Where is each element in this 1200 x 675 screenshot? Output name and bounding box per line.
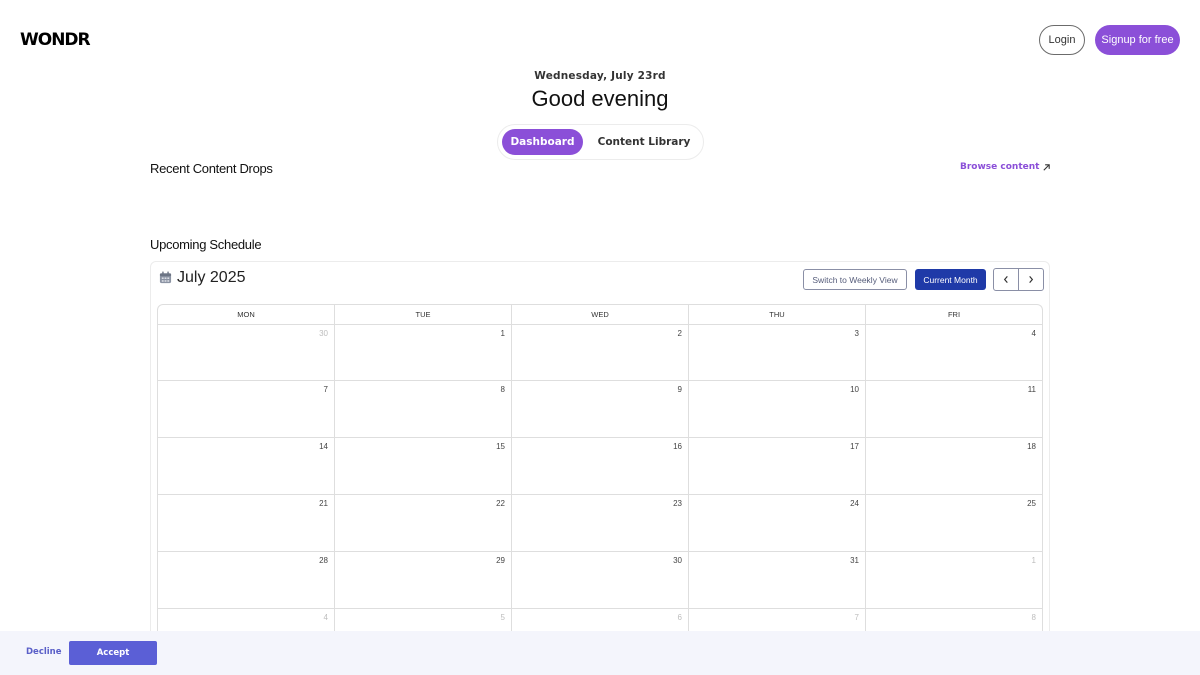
tab-dashboard[interactable]: Dashboard bbox=[502, 129, 583, 155]
calendar-day-cell[interactable]: 1 bbox=[865, 552, 1042, 608]
current-month-button[interactable]: Current Month bbox=[915, 269, 986, 290]
day-number: 25 bbox=[1027, 499, 1036, 508]
calendar-day-cell[interactable]: 30 bbox=[511, 552, 688, 608]
current-date: Wednesday, July 23rd bbox=[534, 70, 666, 82]
day-number: 17 bbox=[850, 442, 859, 451]
day-number: 15 bbox=[496, 442, 505, 451]
arrow-up-right-icon bbox=[1043, 163, 1051, 171]
day-number: 4 bbox=[1031, 329, 1036, 338]
day-number: 29 bbox=[496, 556, 505, 565]
calendar-day-cell[interactable]: 23 bbox=[511, 495, 688, 551]
calendar-grid: MON TUE WED THU FRI 30 1 2 3 4 7 8 9 10 11 14 15 16 17 18 2… bbox=[157, 304, 1043, 640]
view-tabs: Dashboard Content Library bbox=[497, 124, 704, 160]
day-number: 22 bbox=[496, 499, 505, 508]
weekday-label: WED bbox=[511, 305, 688, 324]
day-number: 1 bbox=[1031, 556, 1036, 565]
calendar-day-cell[interactable]: 1 bbox=[334, 325, 511, 380]
calendar-week-row: 30 1 2 3 4 bbox=[158, 325, 1042, 381]
calendar-day-cell[interactable]: 15 bbox=[334, 438, 511, 494]
login-button[interactable]: Login bbox=[1039, 25, 1085, 55]
calendar-day-cell[interactable]: 3 bbox=[688, 325, 865, 380]
calendar-day-cell[interactable]: 31 bbox=[688, 552, 865, 608]
browse-content-link[interactable]: Browse content bbox=[960, 162, 1051, 172]
day-number: 7 bbox=[323, 385, 328, 394]
day-number: 16 bbox=[673, 442, 682, 451]
upcoming-schedule-title: Upcoming Schedule bbox=[150, 237, 262, 252]
day-number: 6 bbox=[677, 613, 682, 622]
wondr-logo[interactable]: WONDR bbox=[20, 30, 91, 50]
calendar-day-cell[interactable]: 21 bbox=[158, 495, 334, 551]
day-number: 18 bbox=[1027, 442, 1036, 451]
previous-month-button[interactable] bbox=[994, 269, 1018, 290]
day-number: 11 bbox=[1027, 385, 1036, 394]
decline-button[interactable]: Decline bbox=[26, 647, 62, 657]
calendar-day-cell[interactable]: 25 bbox=[865, 495, 1042, 551]
day-number: 14 bbox=[319, 442, 328, 451]
greeting-heading: Good evening bbox=[531, 86, 669, 111]
day-number: 24 bbox=[850, 499, 859, 508]
calendar-day-cell[interactable]: 10 bbox=[688, 381, 865, 437]
day-number: 31 bbox=[850, 556, 859, 565]
day-number: 1 bbox=[500, 329, 505, 338]
day-number: 9 bbox=[677, 385, 682, 394]
calendar-week-row: 7 8 9 10 11 bbox=[158, 381, 1042, 438]
calendar-day-cell[interactable]: 7 bbox=[158, 381, 334, 437]
day-number: 23 bbox=[673, 499, 682, 508]
calendar-day-cell[interactable]: 30 bbox=[158, 325, 334, 380]
chevron-left-icon bbox=[1004, 275, 1009, 284]
day-number: 2 bbox=[677, 329, 682, 338]
day-number: 28 bbox=[319, 556, 328, 565]
chevron-right-icon bbox=[1029, 275, 1034, 284]
calendar-day-cell[interactable]: 22 bbox=[334, 495, 511, 551]
calendar-day-cell[interactable]: 8 bbox=[334, 381, 511, 437]
calendar-month-label: July 2025 bbox=[177, 269, 246, 286]
calendar-day-cell[interactable]: 29 bbox=[334, 552, 511, 608]
calendar-week-row: 14 15 16 17 18 bbox=[158, 438, 1042, 495]
calendar-day-cell[interactable]: 11 bbox=[865, 381, 1042, 437]
switch-weekly-view-button[interactable]: Switch to Weekly View bbox=[803, 269, 907, 290]
calendar-day-cell[interactable]: 9 bbox=[511, 381, 688, 437]
weekday-label: THU bbox=[688, 305, 865, 324]
accept-button[interactable]: Accept bbox=[69, 641, 157, 665]
day-number: 3 bbox=[854, 329, 859, 338]
browse-content-label: Browse content bbox=[960, 162, 1040, 172]
calendar-weekday-header: MON TUE WED THU FRI bbox=[158, 305, 1042, 325]
calendar-day-cell[interactable]: 24 bbox=[688, 495, 865, 551]
weekday-label: TUE bbox=[334, 305, 511, 324]
day-number: 8 bbox=[500, 385, 505, 394]
calendar-day-cell[interactable]: 16 bbox=[511, 438, 688, 494]
day-number: 21 bbox=[319, 499, 328, 508]
day-number: 30 bbox=[673, 556, 682, 565]
weekday-label: FRI bbox=[865, 305, 1042, 324]
calendar-day-cell[interactable]: 4 bbox=[865, 325, 1042, 380]
calendar: July 2025 Switch to Weekly View Current … bbox=[150, 261, 1050, 641]
calendar-icon bbox=[159, 271, 172, 284]
next-month-button[interactable] bbox=[1018, 269, 1043, 290]
tab-content-library[interactable]: Content Library bbox=[592, 129, 696, 155]
day-number: 10 bbox=[850, 385, 859, 394]
signup-button[interactable]: Signup for free bbox=[1095, 25, 1180, 55]
recent-content-title: Recent Content Drops bbox=[150, 161, 273, 176]
day-number: 5 bbox=[500, 613, 505, 622]
calendar-day-cell[interactable]: 18 bbox=[865, 438, 1042, 494]
calendar-day-cell[interactable]: 14 bbox=[158, 438, 334, 494]
day-number: 7 bbox=[854, 613, 859, 622]
month-nav bbox=[993, 268, 1044, 291]
calendar-week-row: 21 22 23 24 25 bbox=[158, 495, 1042, 552]
calendar-day-cell[interactable]: 2 bbox=[511, 325, 688, 380]
calendar-day-cell[interactable]: 28 bbox=[158, 552, 334, 608]
day-number: 4 bbox=[323, 613, 328, 622]
calendar-day-cell[interactable]: 17 bbox=[688, 438, 865, 494]
day-number: 30 bbox=[319, 329, 328, 338]
calendar-week-row: 28 29 30 31 1 bbox=[158, 552, 1042, 609]
day-number: 8 bbox=[1031, 613, 1036, 622]
weekday-label: MON bbox=[237, 310, 255, 319]
cookie-consent-bar: Decline Accept bbox=[0, 631, 1200, 675]
